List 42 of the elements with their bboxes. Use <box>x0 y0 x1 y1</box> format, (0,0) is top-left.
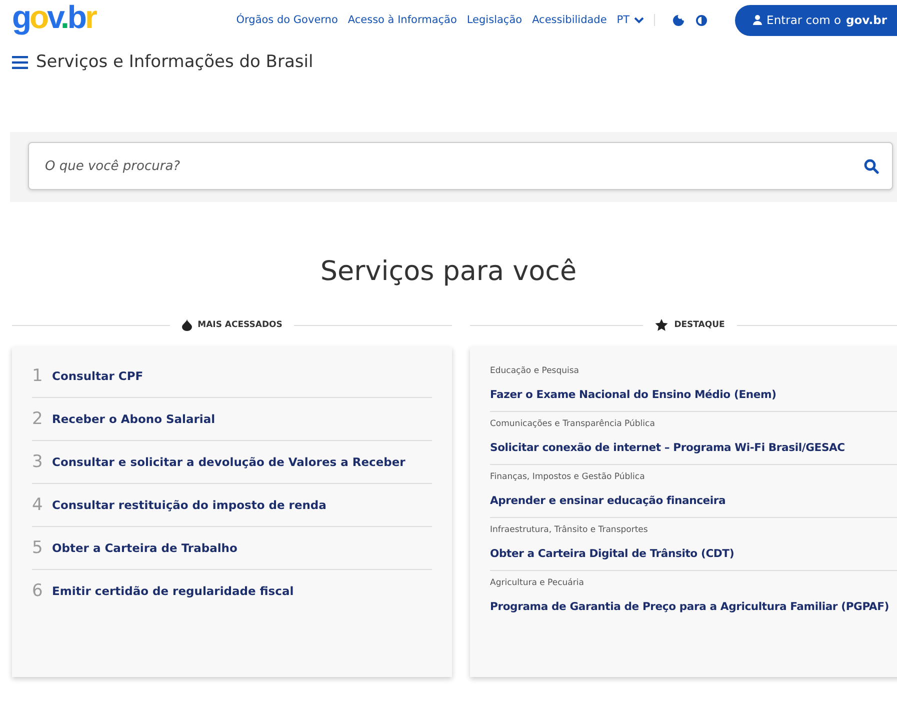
item-number: 6 <box>32 581 44 601</box>
nav-link[interactable]: Acesso à Informação <box>348 14 457 26</box>
nav-link[interactable]: Órgãos do Governo <box>236 14 338 26</box>
item-number: 5 <box>32 538 44 558</box>
search-field[interactable]: O que você procura? <box>28 142 893 190</box>
service-link[interactable]: Receber o Abono Salarial <box>52 412 216 426</box>
category-label: Finanças, Impostos e Gestão Pública <box>490 472 645 482</box>
login-button[interactable]: Entrar com o gov.br <box>734 4 897 36</box>
service-link[interactable]: Consultar e solicitar a devolução de Valores a Receber <box>52 455 406 469</box>
service-link[interactable]: Obter a Carteira Digital de Trânsito (CDT) <box>490 547 734 560</box>
section-title: Serviços para você <box>319 256 578 287</box>
item-number: 2 <box>32 409 44 429</box>
cookie-icon[interactable] <box>672 14 684 26</box>
category-label: Educação e Pesquisa <box>490 366 580 376</box>
item-number: 1 <box>32 366 44 386</box>
section-heading: DESTAQUE <box>674 320 725 330</box>
chevron-icon[interactable] <box>634 16 644 24</box>
service-link[interactable]: Fazer o Exame Nacional do Ensino Médio (Enem) <box>490 388 776 401</box>
service-link[interactable]: Obter a Carteira de Trabalho <box>52 541 238 555</box>
service-link[interactable]: Solicitar conexão de internet – Programa Wi-Fi Brasil/GESAC <box>490 441 845 454</box>
logo[interactable]: gov.br <box>12 1 96 33</box>
drop-icon <box>182 319 192 331</box>
star-icon <box>655 319 668 331</box>
site-title: Serviços e Informações do Brasil <box>36 52 314 72</box>
service-link[interactable]: Emitir certidão de regularidade fiscal <box>52 584 294 598</box>
service-link[interactable]: Programa de Garantia de Preço para a Agricultura Familiar (PGPAF) <box>490 600 889 613</box>
category-label: Agricultura e Pecuária <box>490 578 584 588</box>
category-label: Infraestrutura, Trânsito e Transportes <box>490 525 648 535</box>
service-link[interactable]: Consultar CPF <box>52 369 144 383</box>
section-heading: MAIS ACESSADOS <box>198 320 282 330</box>
contrast-icon[interactable] <box>696 14 707 26</box>
menu-icon[interactable] <box>12 56 28 68</box>
service-link[interactable]: Consultar restituição do imposto de renda <box>52 498 326 512</box>
language-selector[interactable]: PT <box>616 14 630 26</box>
item-number: 3 <box>32 452 44 472</box>
nav-link[interactable]: Acessibilidade <box>532 14 607 26</box>
item-number: 4 <box>32 495 44 515</box>
service-link[interactable]: Aprender e ensinar educação financeira <box>490 494 726 507</box>
search-icon[interactable] <box>864 159 879 174</box>
category-label: Comunicações e Transparência Pública <box>490 419 655 429</box>
user-icon <box>752 15 762 25</box>
nav-link[interactable]: Legislação <box>466 14 522 26</box>
